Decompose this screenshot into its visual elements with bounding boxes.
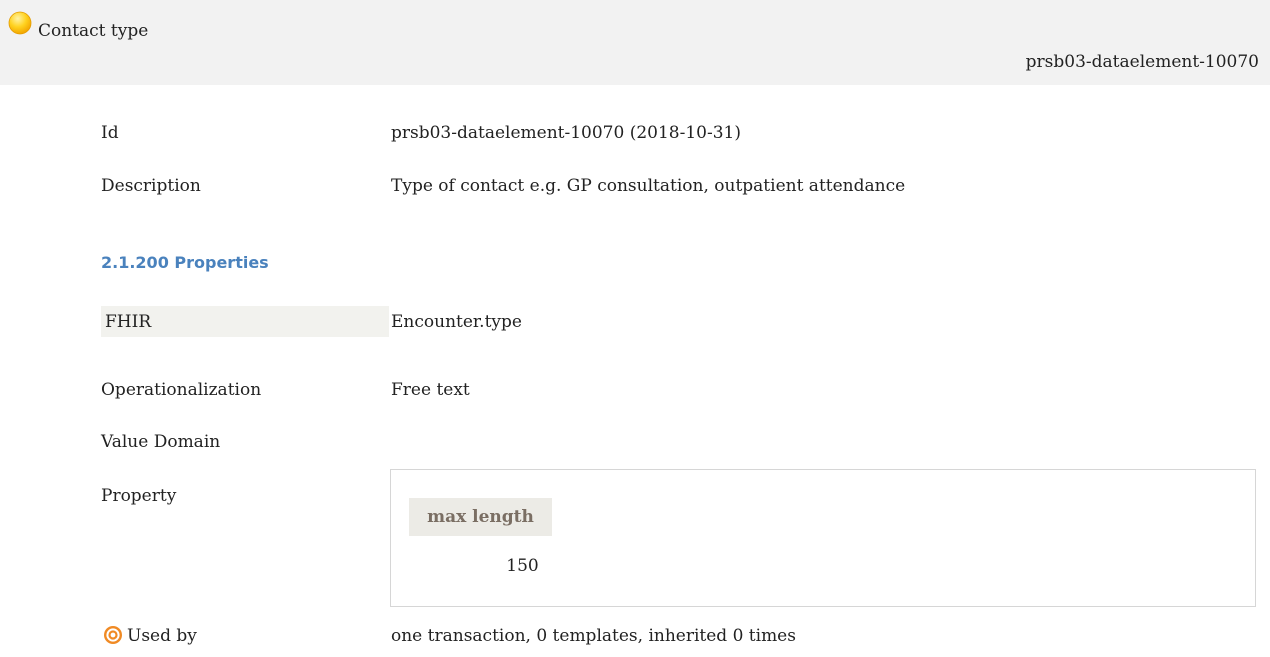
id-value: prsb03-dataelement-10070 (2018-10-31): [391, 123, 742, 143]
property-table: max length 150: [390, 469, 1256, 607]
concept-title: Contact type: [38, 21, 149, 41]
id-label: Id: [101, 123, 119, 143]
fhir-label: FHIR: [105, 312, 152, 332]
property-label: Property: [101, 486, 177, 506]
concept-header: Contact type prsb03-dataelement-10070: [0, 0, 1270, 85]
description-value: Type of contact e.g. GP consultation, ou…: [391, 176, 906, 196]
description-label: Description: [101, 176, 201, 196]
max-length-header: max length: [409, 498, 552, 536]
value-domain-label: Value Domain: [101, 432, 221, 452]
properties-heading: 2.1.200 Properties: [101, 253, 269, 272]
operationalization-label: Operationalization: [101, 380, 262, 400]
used-by-value[interactable]: one transaction, 0 templates, inherited …: [391, 626, 796, 646]
yellow-circle-status-icon: [8, 11, 32, 35]
fhir-value: Encounter.type: [391, 312, 522, 332]
operationalization-value: Free text: [391, 380, 470, 400]
max-length-value: 150: [506, 556, 539, 576]
concept-id: prsb03-dataelement-10070: [1025, 52, 1259, 72]
target-icon: [104, 626, 122, 644]
used-by-label: Used by: [127, 626, 197, 646]
